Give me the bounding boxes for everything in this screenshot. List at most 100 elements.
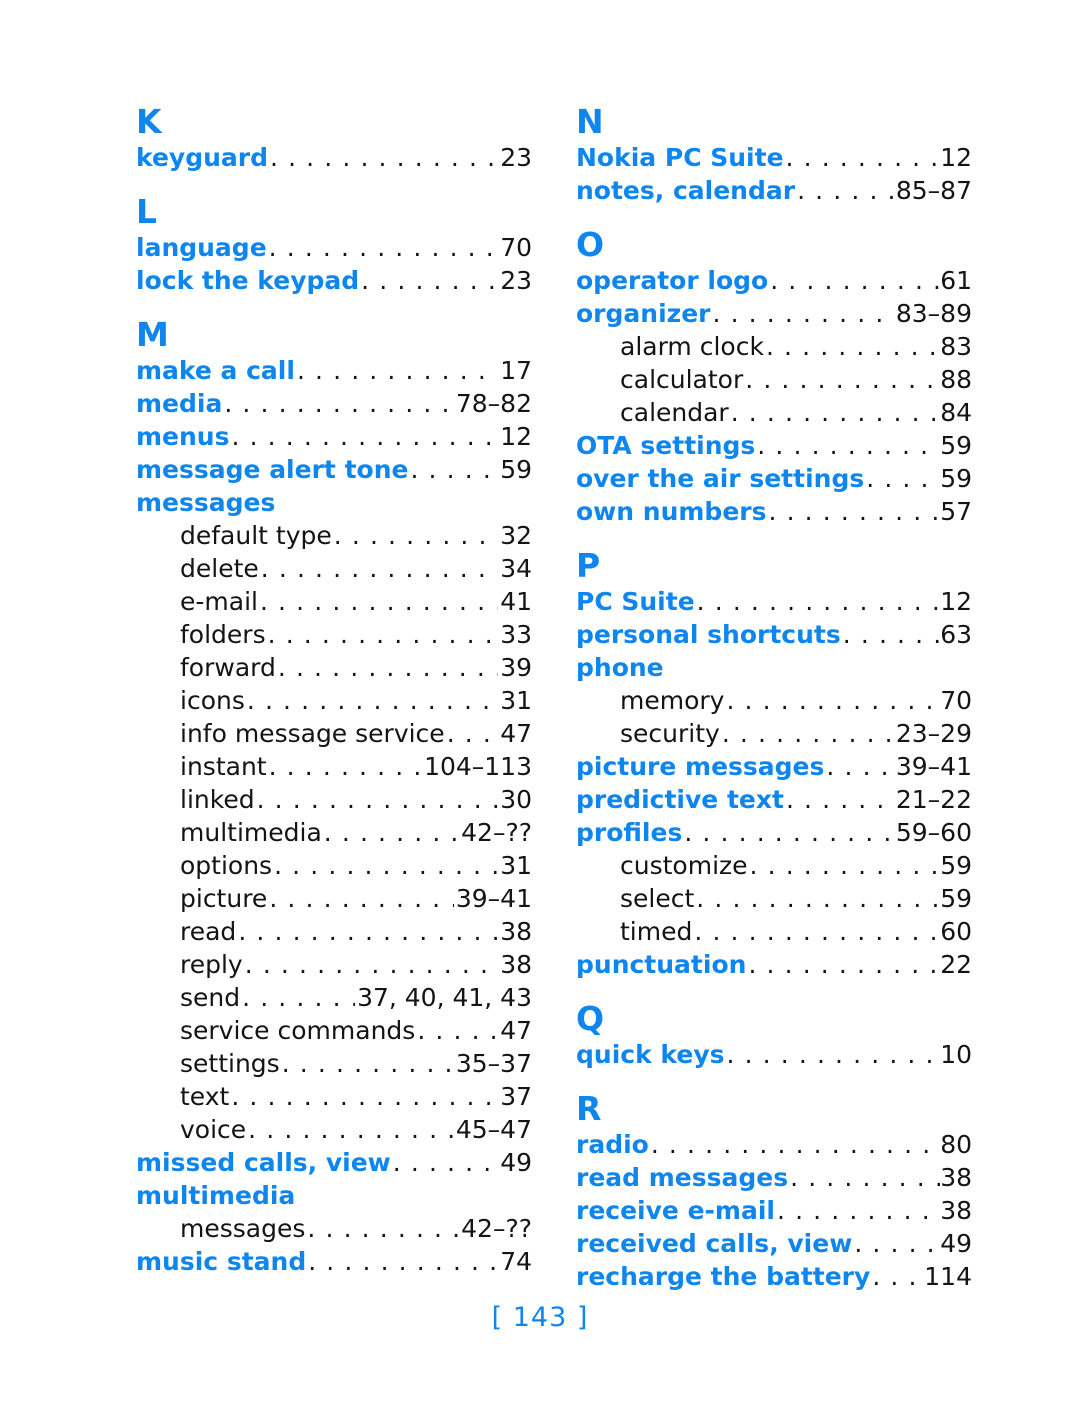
index-entry-label: predictive text [576,785,784,814]
index-entry[interactable]: lock the keypad. . . . . . . . . . . . .… [136,264,532,297]
index-entry[interactable]: profiles. . . . . . . . . . . . . . . . … [576,816,972,849]
index-entry[interactable]: phone. . . . . . . . . . . . . . . . . .… [576,651,972,684]
index-entry-page-number: 42–?? [461,1214,532,1243]
index-subentry[interactable]: linked. . . . . . . . . . . . . . . . . … [136,783,532,816]
index-entry[interactable]: receive e-mail. . . . . . . . . . . . . … [576,1194,972,1227]
index-subentry[interactable]: customize. . . . . . . . . . . . . . . .… [576,849,972,882]
index-subentry[interactable]: alarm clock. . . . . . . . . . . . . . .… [576,330,972,363]
dot-leader: . . . . . . . . . . . . . . . . . . . . … [446,719,499,748]
index-entry[interactable]: punctuation. . . . . . . . . . . . . . .… [576,948,972,981]
index-entry-label: text [180,1082,230,1111]
index-entry-label: picture [180,884,268,913]
index-subentry[interactable]: folders. . . . . . . . . . . . . . . . .… [136,618,532,651]
index-entry-label: select [620,884,695,913]
index-entry-page-number: 59 [940,884,972,913]
dot-leader: . . . . . . . . . . . . . . . . . . . . … [246,686,498,715]
index-subentry[interactable]: security. . . . . . . . . . . . . . . . … [576,717,972,750]
index-entry[interactable]: message alert tone. . . . . . . . . . . … [136,453,532,486]
index-subentry[interactable]: calculator. . . . . . . . . . . . . . . … [576,363,972,396]
index-entry-page-number: 47 [500,719,532,748]
index-entry-page-number: 10 [940,1040,972,1069]
index-entry-label: calendar [620,398,729,427]
index-letter-heading: M [136,315,170,354]
index-entry[interactable]: language. . . . . . . . . . . . . . . . … [136,231,532,264]
index-entry[interactable]: missed calls, view. . . . . . . . . . . … [136,1146,532,1179]
dot-leader: . . . . . . . . . . . . . . . . . . . . … [797,176,896,205]
index-subentry[interactable]: info message service. . . . . . . . . . … [136,717,532,750]
index-subentry[interactable]: timed. . . . . . . . . . . . . . . . . .… [576,915,972,948]
index-entry-label: PC Suite [576,587,695,616]
index-letter-heading: K [136,102,162,141]
index-subentry[interactable]: select. . . . . . . . . . . . . . . . . … [576,882,972,915]
dot-leader: . . . . . . . . . . . . . . . . . . . . … [749,851,941,880]
index-entry-page-number: 30 [500,785,532,814]
index-entry[interactable]: operator logo. . . . . . . . . . . . . .… [576,264,972,297]
dot-leader: . . . . . . . . . . . . . . . . . . . . … [308,1247,499,1276]
index-entry[interactable]: Nokia PC Suite. . . . . . . . . . . . . … [576,141,972,174]
index-subentry[interactable]: picture. . . . . . . . . . . . . . . . .… [136,882,532,915]
index-entry[interactable]: own numbers. . . . . . . . . . . . . . .… [576,495,972,528]
index-entry[interactable]: recharge the battery. . . . . . . . . . … [576,1260,972,1293]
index-entry-label: send [180,983,241,1012]
dot-leader: . . . . . . . . . . . . . . . . . . . . … [333,521,498,550]
index-entry-page-number: 70 [940,686,972,715]
index-entry[interactable]: predictive text. . . . . . . . . . . . .… [576,783,972,816]
index-subentry[interactable]: read. . . . . . . . . . . . . . . . . . … [136,915,532,948]
index-entry-page-number: 38 [940,1163,972,1192]
dot-leader: . . . . . . . . . . . . . . . . . . . . … [770,266,940,295]
index-entry[interactable]: OTA settings. . . . . . . . . . . . . . … [576,429,972,462]
index-entry[interactable]: PC Suite. . . . . . . . . . . . . . . . … [576,585,972,618]
dot-leader: . . . . . . . . . . . . . . . . . . . . … [696,884,941,913]
index-subentry[interactable]: memory. . . . . . . . . . . . . . . . . … [576,684,972,717]
index-subentry[interactable]: messages. . . . . . . . . . . . . . . . … [136,1212,532,1245]
index-letter-heading: R [576,1089,602,1128]
index-entry[interactable]: quick keys. . . . . . . . . . . . . . . … [576,1038,972,1071]
index-entry[interactable]: keyguard. . . . . . . . . . . . . . . . … [136,141,532,174]
index-subentry[interactable]: forward. . . . . . . . . . . . . . . . .… [136,651,532,684]
index-entry-page-number: 41 [500,587,532,616]
index-entry[interactable]: read messages. . . . . . . . . . . . . .… [576,1161,972,1194]
index-subentry[interactable]: send. . . . . . . . . . . . . . . . . . … [136,981,532,1014]
index-entry-label: message alert tone [136,455,409,484]
index-entry[interactable]: radio. . . . . . . . . . . . . . . . . .… [576,1128,972,1161]
index-entry-label: radio [576,1130,649,1159]
index-subentry[interactable]: e-mail. . . . . . . . . . . . . . . . . … [136,585,532,618]
index-entry-page-number: 57 [940,497,972,526]
index-entry[interactable]: make a call. . . . . . . . . . . . . . .… [136,354,532,387]
index-entry[interactable]: received calls, view. . . . . . . . . . … [576,1227,972,1260]
index-subentry[interactable]: delete. . . . . . . . . . . . . . . . . … [136,552,532,585]
index-entry[interactable]: organizer. . . . . . . . . . . . . . . .… [576,297,972,330]
index-subentry[interactable]: reply. . . . . . . . . . . . . . . . . .… [136,948,532,981]
index-subentry[interactable]: text. . . . . . . . . . . . . . . . . . … [136,1080,532,1113]
index-subentry[interactable]: multimedia. . . . . . . . . . . . . . . … [136,816,532,849]
index-entry[interactable]: messages. . . . . . . . . . . . . . . . … [136,486,532,519]
index-entry-page-number: 88 [940,365,972,394]
dot-leader: . . . . . . . . . . . . . . . . . . . . … [307,1214,459,1243]
dot-leader: . . . . . . . . . . . . . . . . . . . . … [277,653,498,682]
index-entry-label: menus [136,422,230,451]
index-subentry[interactable]: calendar. . . . . . . . . . . . . . . . … [576,396,972,429]
index-entry[interactable]: multimedia. . . . . . . . . . . . . . . … [136,1179,532,1212]
index-subentry[interactable]: settings. . . . . . . . . . . . . . . . … [136,1047,532,1080]
index-entry-label: received calls, view [576,1229,853,1258]
index-entry-page-number: 59 [500,455,532,484]
index-subentry[interactable]: instant. . . . . . . . . . . . . . . . .… [136,750,532,783]
index-entry-label: memory [620,686,725,715]
index-entry[interactable]: picture messages. . . . . . . . . . . . … [576,750,972,783]
index-subentry[interactable]: icons. . . . . . . . . . . . . . . . . .… [136,684,532,717]
index-entry-page-number: 63 [940,620,972,649]
index-subentry[interactable]: default type. . . . . . . . . . . . . . … [136,519,532,552]
index-entry-label: receive e-mail [576,1196,775,1225]
index-entry[interactable]: music stand. . . . . . . . . . . . . . .… [136,1245,532,1278]
index-entry[interactable]: menus. . . . . . . . . . . . . . . . . .… [136,420,532,453]
index-entry-page-number: 39–41 [895,752,972,781]
index-subentry[interactable]: service commands. . . . . . . . . . . . … [136,1014,532,1047]
index-entry[interactable]: over the air settings. . . . . . . . . .… [576,462,972,495]
index-entry-label: alarm clock [620,332,764,361]
index-entry[interactable]: media. . . . . . . . . . . . . . . . . .… [136,387,532,420]
index-entry-page-number: 47 [500,1016,532,1045]
index-entry[interactable]: notes, calendar. . . . . . . . . . . . .… [576,174,972,207]
index-subentry[interactable]: options. . . . . . . . . . . . . . . . .… [136,849,532,882]
index-subentry[interactable]: voice. . . . . . . . . . . . . . . . . .… [136,1113,532,1146]
index-entry[interactable]: personal shortcuts. . . . . . . . . . . … [576,618,972,651]
